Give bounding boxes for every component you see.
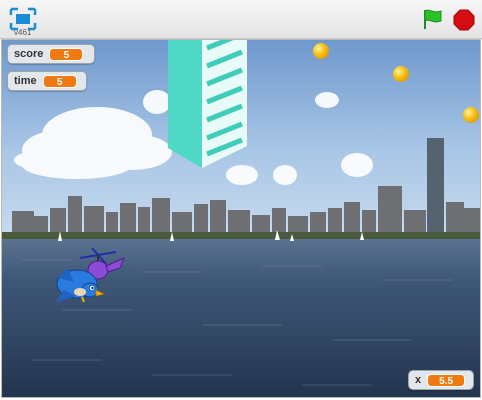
time-label: time (14, 75, 37, 87)
coin (313, 43, 329, 59)
green-flag-icon[interactable] (421, 8, 443, 30)
version-label: v461 (14, 28, 32, 37)
score-monitor[interactable]: score 5 (7, 44, 95, 64)
stop-sign-icon[interactable] (453, 9, 475, 31)
tower-obstacle (168, 40, 247, 168)
x-label: x (415, 374, 422, 386)
score-value: 5 (49, 47, 84, 61)
player-toolbar: v461 (0, 0, 482, 39)
coin (463, 107, 479, 123)
x-monitor[interactable]: x 5.5 (408, 370, 474, 390)
time-monitor[interactable]: time 5 (7, 71, 87, 91)
stage-backdrop (2, 40, 480, 397)
game-stage[interactable] (1, 39, 481, 398)
score-label: score (14, 48, 44, 60)
coin (393, 66, 409, 82)
time-value: 5 (42, 74, 77, 88)
x-value: 5.5 (427, 373, 466, 387)
shoreline (2, 232, 480, 240)
